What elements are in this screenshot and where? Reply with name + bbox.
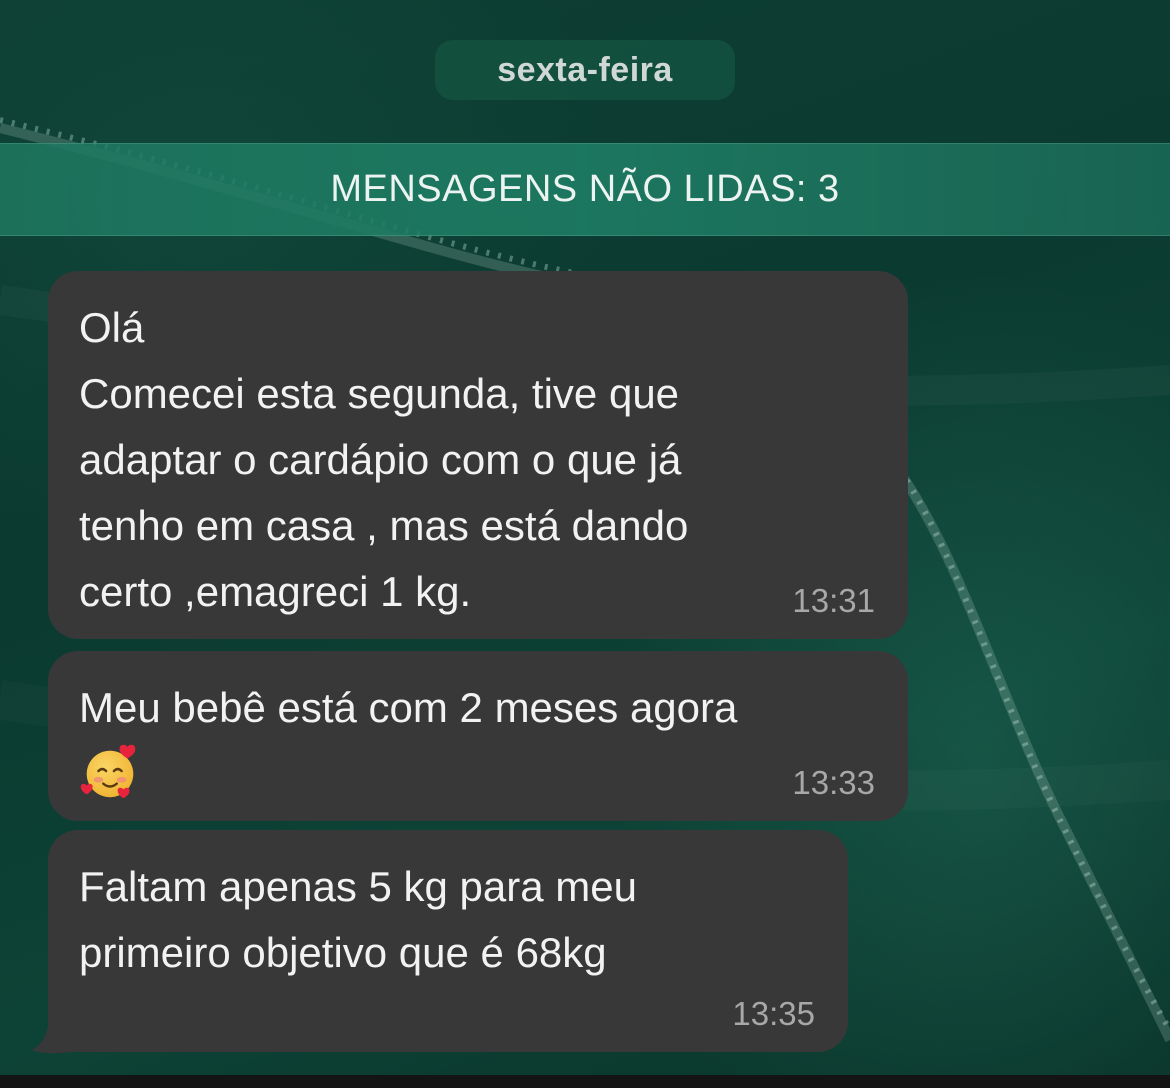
smiling-face-with-hearts-icon <box>80 744 136 799</box>
bottom-edge <box>0 1075 1170 1088</box>
message-text: Faltam apenas 5 kg para meu primeiro obj… <box>79 863 637 976</box>
message-timestamp: 13:35 <box>732 995 815 1032</box>
unread-messages-banner: MENSAGENS NÃO LIDAS: 3 <box>0 143 1170 236</box>
message-bubble[interactable]: Olá Comecei esta segunda, tive que adapt… <box>48 271 908 639</box>
message-timestamp: 13:31 <box>792 582 875 619</box>
message-text: Olá Comecei esta segunda, tive que adapt… <box>79 304 689 615</box>
message-bubble[interactable]: Meu bebê está com 2 meses agora 13:33 <box>48 651 908 821</box>
message-bubble[interactable]: Faltam apenas 5 kg para meu primeiro obj… <box>48 830 848 1052</box>
emoji-line <box>79 741 878 814</box>
date-separator: sexta-feira <box>435 40 735 100</box>
message-text: Meu bebê está com 2 meses agora <box>79 684 738 731</box>
message-timestamp: 13:33 <box>792 764 875 801</box>
